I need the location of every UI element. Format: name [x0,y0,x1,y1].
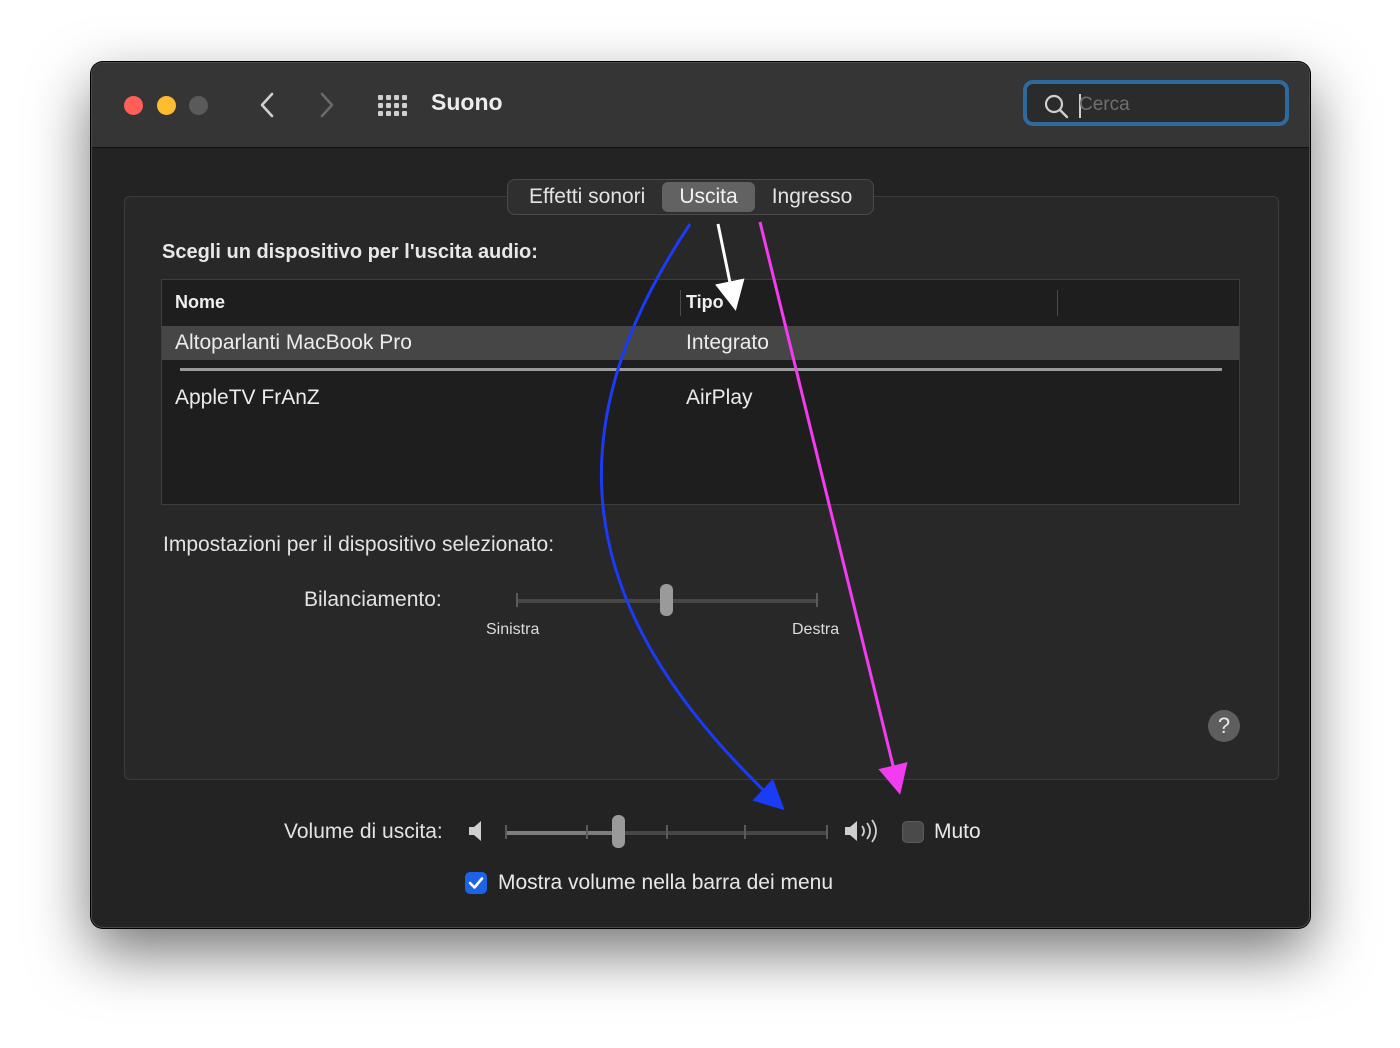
balance-label: Bilanciamento: [304,588,442,611]
tab-uscita[interactable]: Uscita [662,182,755,212]
mute-checkbox[interactable] [902,821,924,843]
output-device-heading: Scegli un dispositivo per l'uscita audio… [162,241,538,263]
device-row-selected[interactable]: Altoparlanti MacBook Pro Integrato [162,326,1239,360]
show-volume-label: Mostra volume nella barra dei menu [498,871,833,894]
volume-tick [586,825,588,839]
device-name: Altoparlanti MacBook Pro [175,331,412,354]
device-type: AirPlay [686,386,753,409]
zoom-button[interactable] [189,96,208,115]
title-bar: Suono [92,63,1309,148]
search-input[interactable] [1077,90,1271,120]
tab-bar: Effetti sonori Uscita Ingresso [507,179,875,215]
help-button[interactable]: ? [1208,710,1240,742]
search-field[interactable] [1023,80,1289,126]
balance-right-label: Destra [792,621,840,638]
balance-tick [516,593,518,607]
forward-chevron-icon[interactable] [314,89,340,121]
show-volume-checkbox[interactable] [465,872,487,894]
speaker-high-icon [845,819,877,843]
mute-label: Muto [934,820,981,843]
row-divider [180,368,1222,371]
sound-preferences-window: Suono Effetti sonori Uscita Ingresso Sce… [91,62,1310,928]
output-device-table: Nome Tipo Altoparlanti MacBook Pro Integ… [161,279,1240,505]
window-title: Suono [431,89,503,115]
column-separator [1057,290,1058,316]
minimize-button[interactable] [157,96,176,115]
search-icon [1044,94,1069,119]
tab-ingresso[interactable]: Ingresso [755,182,870,212]
checkmark-icon [468,877,484,889]
show-all-grid-icon[interactable] [376,92,408,120]
device-settings-heading: Impostazioni per il dispositivo selezion… [163,533,555,556]
device-row[interactable]: AppleTV FrAnZ AirPlay [162,381,1239,415]
device-name: AppleTV FrAnZ [175,386,320,409]
back-chevron-icon[interactable] [254,89,280,121]
balance-slider-knob[interactable] [660,584,673,616]
column-header-type[interactable]: Tipo [686,292,724,313]
volume-tick [666,825,668,839]
volume-slider-fill [505,831,619,835]
speaker-low-icon [469,821,481,841]
column-header-name[interactable]: Nome [175,292,225,313]
column-separator [680,290,681,316]
tab-effetti-sonori[interactable]: Effetti sonori [512,182,662,212]
close-button[interactable] [124,96,143,115]
output-volume-label: Volume di uscita: [284,820,443,843]
balance-left-label: Sinistra [486,621,540,638]
volume-tick [826,825,828,839]
volume-slider-knob[interactable] [611,815,625,848]
balance-tick [816,593,818,607]
volume-tick [744,825,746,839]
volume-tick [505,825,507,839]
device-type: Integrato [686,331,769,354]
